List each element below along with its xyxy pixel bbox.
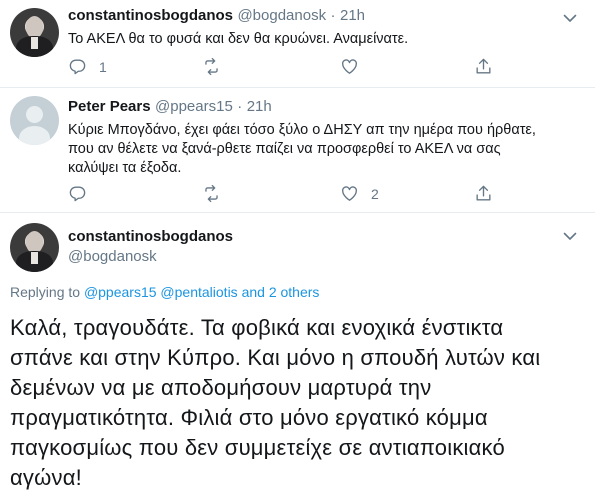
like-button[interactable] — [340, 57, 371, 76]
separator-dot: · — [237, 98, 243, 115]
tweet-text: Το ΑΚΕΛ θα το φυσά και δεν θα κρυώνει. Α… — [68, 31, 409, 47]
retweet-icon — [205, 57, 218, 76]
main-tweet-text-line: Καλά, τραγουδάτε. Τα φοβικά και ενοχικά … — [10, 315, 504, 340]
main-tweet-text-line: πραγματικότητα. Φιλιά στο μόνο εργατικό … — [10, 405, 488, 430]
main-tweet-text-line: σπάνε και στην Κύπρο. Και μόνο η σπουδή … — [10, 345, 541, 370]
share-icon — [476, 185, 491, 201]
separator-dot: · — [330, 7, 336, 24]
main-tweet-text-line: παγκοσμίως που δεν συμμετείχε σε αντιαπο… — [10, 435, 505, 460]
user-handle[interactable]: @ppears15 — [155, 98, 233, 115]
tweet-2[interactable]: Peter Pears @ppears15 · 21h Κύριε Μπογδά… — [0, 88, 595, 213]
tweet-1[interactable]: constantinosbogdanos @bogdanosk · 21h Το… — [0, 0, 595, 90]
tweet-time[interactable]: 21h — [340, 7, 365, 24]
share-icon — [476, 58, 491, 74]
tweet-time[interactable]: 21h — [247, 98, 272, 115]
share-button[interactable] — [474, 57, 493, 76]
mention-link[interactable]: @pentaliotis — [160, 284, 237, 300]
caret-down-icon[interactable] — [561, 227, 579, 245]
tweet-header: constantinosbogdanos @bogdanosk · 21h — [68, 7, 365, 25]
main-tweet-text-line: δεμένων να με αποδομήσουν μαρτυρά την — [10, 375, 432, 400]
reply-button[interactable]: 1 — [68, 57, 107, 76]
tweet-text-line: που αν θέλετε να ξανά-ρθετε παίζει να πρ… — [68, 141, 501, 157]
caret-down-icon[interactable] — [561, 9, 579, 27]
share-button[interactable] — [474, 184, 493, 203]
avatar[interactable] — [10, 96, 59, 145]
tweet-text-line: Κύριε Μπογδάνο, έχει φάει τόσο ξύλο ο ΔΗ… — [68, 122, 536, 138]
like-icon — [342, 186, 357, 201]
like-icon — [342, 59, 357, 74]
avatar-shirt — [31, 37, 38, 49]
display-name[interactable]: constantinosbogdanos — [68, 7, 233, 24]
avatar-body — [19, 126, 50, 145]
avatar-face — [26, 16, 43, 38]
avatar-head — [26, 106, 43, 123]
retweet-button[interactable] — [202, 184, 233, 203]
avatar-shirt — [31, 252, 38, 264]
tweet-header: Peter Pears @ppears15 · 21h — [68, 98, 272, 116]
display-name[interactable]: constantinosbogdanos — [68, 228, 233, 245]
replying-label: Replying to — [10, 284, 81, 300]
user-handle[interactable]: @bogdanosk — [237, 7, 326, 24]
display-name[interactable]: Peter Pears — [68, 98, 151, 115]
retweet-icon — [205, 184, 218, 203]
others-link[interactable]: and 2 others — [242, 284, 320, 300]
reply-icon — [69, 186, 86, 202]
avatar[interactable] — [10, 223, 59, 272]
main-tweet-text-line: αγώνα! — [10, 465, 82, 490]
avatar[interactable] — [10, 8, 59, 57]
user-handle[interactable]: @bogdanosk — [68, 248, 157, 265]
like-button[interactable]: 2 — [340, 184, 379, 203]
like-count: 2 — [371, 185, 379, 202]
retweet-button[interactable] — [202, 57, 233, 76]
tweet-text-line: καλύψει τα έξοδα. — [68, 160, 182, 176]
avatar-face — [26, 231, 43, 253]
mention-link[interactable]: @ppears15 — [84, 284, 157, 300]
replying-to: Replying to @ppears15 @pentaliotis and 2… — [10, 284, 319, 300]
reply-button[interactable] — [68, 184, 99, 203]
reply-count: 1 — [99, 58, 107, 75]
reply-icon — [69, 59, 86, 75]
